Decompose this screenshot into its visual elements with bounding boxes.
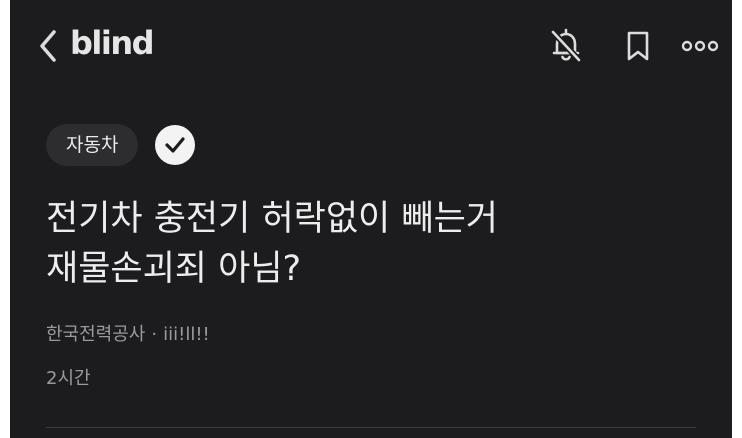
bookmark-icon bbox=[627, 31, 649, 61]
brand-logo[interactable]: blind bbox=[70, 24, 155, 62]
meta-separator: · bbox=[151, 324, 158, 345]
company-name[interactable]: 한국전력공사 bbox=[46, 324, 145, 345]
notification-off-button[interactable] bbox=[546, 26, 586, 66]
post-title-line-1: 전기차 충전기 허락없이 빼는거 bbox=[46, 199, 498, 239]
post-title-line-2: 재물손괴죄 아님? bbox=[46, 249, 302, 289]
bookmark-button[interactable] bbox=[618, 26, 658, 66]
top-bar: blind bbox=[10, 0, 732, 92]
author-name: iii!ll!! bbox=[163, 324, 210, 345]
bell-off-icon bbox=[550, 28, 582, 63]
more-dots-icon bbox=[681, 40, 719, 52]
category-tag[interactable]: 자동차 bbox=[46, 124, 139, 166]
more-options-button[interactable] bbox=[680, 26, 724, 66]
divider bbox=[46, 427, 696, 428]
post-screen: blind 자동차 전기차 충전기 허락없이 빼는거 재물손괴죄 아님? 한국전… bbox=[10, 0, 732, 438]
check-circle-icon bbox=[165, 137, 185, 153]
post-title: 전기차 충전기 허락없이 빼는거 재물손괴죄 아님? bbox=[46, 194, 706, 294]
post-meta: 한국전력공사 · iii!ll!! bbox=[46, 322, 210, 348]
post-time: 2시간 bbox=[46, 368, 91, 389]
verified-badge bbox=[155, 125, 195, 165]
